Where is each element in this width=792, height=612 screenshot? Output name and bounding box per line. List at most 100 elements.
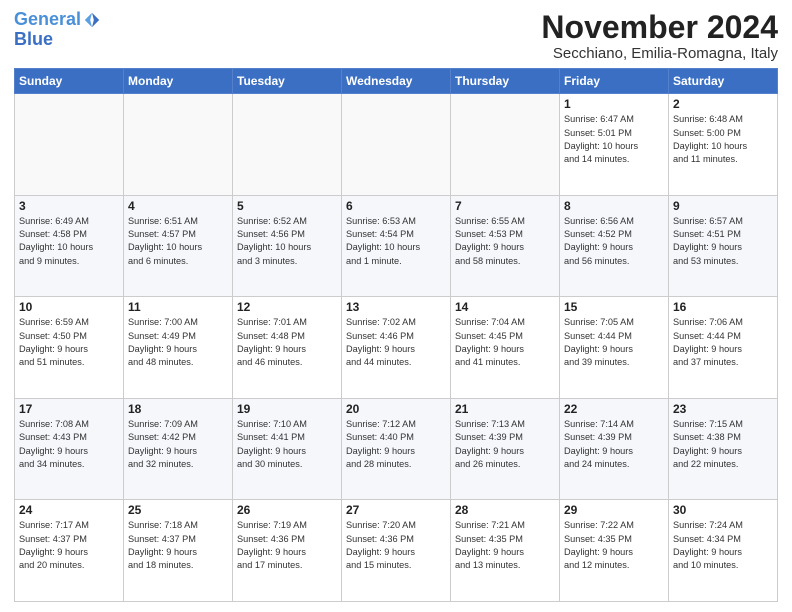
day-number: 30 [673, 503, 773, 517]
weekday-header: Saturday [669, 69, 778, 94]
calendar-cell: 4 Sunrise: 6:51 AM Sunset: 4:57 PM Daylig… [124, 195, 233, 297]
day-number: 19 [237, 402, 337, 416]
day-number: 23 [673, 402, 773, 416]
calendar-week-row: 17 Sunrise: 7:08 AM Sunset: 4:43 PM Dayli… [15, 398, 778, 500]
day-info: Sunrise: 6:47 AM Sunset: 5:01 PM Dayligh… [564, 113, 664, 166]
day-number: 25 [128, 503, 228, 517]
calendar-cell: 1 Sunrise: 6:47 AM Sunset: 5:01 PM Daylig… [560, 94, 669, 196]
day-number: 27 [346, 503, 446, 517]
day-info: Sunrise: 6:52 AM Sunset: 4:56 PM Dayligh… [237, 215, 337, 268]
logo-text-blue: Blue [14, 30, 101, 50]
day-number: 2 [673, 97, 773, 111]
weekday-header: Sunday [15, 69, 124, 94]
calendar-cell: 8 Sunrise: 6:56 AM Sunset: 4:52 PM Daylig… [560, 195, 669, 297]
weekday-header: Friday [560, 69, 669, 94]
day-info: Sunrise: 7:02 AM Sunset: 4:46 PM Dayligh… [346, 316, 446, 369]
weekday-header: Thursday [451, 69, 560, 94]
calendar-cell: 16 Sunrise: 7:06 AM Sunset: 4:44 PM Dayli… [669, 297, 778, 399]
calendar-header-row: SundayMondayTuesdayWednesdayThursdayFrid… [15, 69, 778, 94]
day-number: 26 [237, 503, 337, 517]
day-number: 12 [237, 300, 337, 314]
calendar-cell: 3 Sunrise: 6:49 AM Sunset: 4:58 PM Daylig… [15, 195, 124, 297]
day-number: 20 [346, 402, 446, 416]
calendar-cell: 25 Sunrise: 7:18 AM Sunset: 4:37 PM Dayli… [124, 500, 233, 602]
calendar-cell: 7 Sunrise: 6:55 AM Sunset: 4:53 PM Daylig… [451, 195, 560, 297]
day-info: Sunrise: 7:18 AM Sunset: 4:37 PM Dayligh… [128, 519, 228, 572]
calendar-week-row: 10Sunrise: 6:59 AM Sunset: 4:50 PM Dayli… [15, 297, 778, 399]
day-number: 9 [673, 199, 773, 213]
day-number: 4 [128, 199, 228, 213]
calendar-cell: 14Sunrise: 7:04 AM Sunset: 4:45 PM Dayli… [451, 297, 560, 399]
day-number: 6 [346, 199, 446, 213]
day-info: Sunrise: 7:14 AM Sunset: 4:39 PM Dayligh… [564, 418, 664, 471]
weekday-header: Tuesday [233, 69, 342, 94]
day-info: Sunrise: 7:00 AM Sunset: 4:49 PM Dayligh… [128, 316, 228, 369]
weekday-header: Monday [124, 69, 233, 94]
day-number: 16 [673, 300, 773, 314]
day-number: 28 [455, 503, 555, 517]
weekday-header: Wednesday [342, 69, 451, 94]
day-info: Sunrise: 6:51 AM Sunset: 4:57 PM Dayligh… [128, 215, 228, 268]
calendar-cell: 6 Sunrise: 6:53 AM Sunset: 4:54 PM Daylig… [342, 195, 451, 297]
day-info: Sunrise: 7:15 AM Sunset: 4:38 PM Dayligh… [673, 418, 773, 471]
day-info: Sunrise: 7:21 AM Sunset: 4:35 PM Dayligh… [455, 519, 555, 572]
calendar-week-row: 24 Sunrise: 7:17 AM Sunset: 4:37 PM Dayli… [15, 500, 778, 602]
calendar-cell: 27 Sunrise: 7:20 AM Sunset: 4:36 PM Dayli… [342, 500, 451, 602]
calendar-cell: 17 Sunrise: 7:08 AM Sunset: 4:43 PM Dayli… [15, 398, 124, 500]
day-number: 21 [455, 402, 555, 416]
day-number: 18 [128, 402, 228, 416]
day-number: 8 [564, 199, 664, 213]
day-number: 1 [564, 97, 664, 111]
calendar-cell: 19 Sunrise: 7:10 AM Sunset: 4:41 PM Dayli… [233, 398, 342, 500]
day-info: Sunrise: 7:08 AM Sunset: 4:43 PM Dayligh… [19, 418, 119, 471]
day-number: 7 [455, 199, 555, 213]
calendar-week-row: 1 Sunrise: 6:47 AM Sunset: 5:01 PM Daylig… [15, 94, 778, 196]
calendar-cell: 26Sunrise: 7:19 AM Sunset: 4:36 PM Dayli… [233, 500, 342, 602]
calendar-cell: 29 Sunrise: 7:22 AM Sunset: 4:35 PM Dayli… [560, 500, 669, 602]
header: General Blue November 2024 Secchiano, Em… [14, 10, 778, 62]
day-info: Sunrise: 6:48 AM Sunset: 5:00 PM Dayligh… [673, 113, 773, 166]
calendar-cell: 21 Sunrise: 7:13 AM Sunset: 4:39 PM Dayli… [451, 398, 560, 500]
day-info: Sunrise: 7:20 AM Sunset: 4:36 PM Dayligh… [346, 519, 446, 572]
day-info: Sunrise: 7:12 AM Sunset: 4:40 PM Dayligh… [346, 418, 446, 471]
month-year-title: November 2024 [541, 10, 778, 45]
calendar-cell [15, 94, 124, 196]
day-number: 11 [128, 300, 228, 314]
calendar-cell: 15Sunrise: 7:05 AM Sunset: 4:44 PM Dayli… [560, 297, 669, 399]
day-info: Sunrise: 6:49 AM Sunset: 4:58 PM Dayligh… [19, 215, 119, 268]
day-number: 24 [19, 503, 119, 517]
calendar-cell: 13 Sunrise: 7:02 AM Sunset: 4:46 PM Dayli… [342, 297, 451, 399]
day-info: Sunrise: 7:17 AM Sunset: 4:37 PM Dayligh… [19, 519, 119, 572]
day-number: 14 [455, 300, 555, 314]
calendar-cell: 30Sunrise: 7:24 AM Sunset: 4:34 PM Dayli… [669, 500, 778, 602]
logo-text: General [14, 10, 81, 30]
day-number: 13 [346, 300, 446, 314]
day-info: Sunrise: 6:59 AM Sunset: 4:50 PM Dayligh… [19, 316, 119, 369]
day-info: Sunrise: 6:55 AM Sunset: 4:53 PM Dayligh… [455, 215, 555, 268]
calendar-cell [124, 94, 233, 196]
day-number: 29 [564, 503, 664, 517]
day-info: Sunrise: 6:56 AM Sunset: 4:52 PM Dayligh… [564, 215, 664, 268]
calendar-cell: 23 Sunrise: 7:15 AM Sunset: 4:38 PM Dayli… [669, 398, 778, 500]
day-info: Sunrise: 7:13 AM Sunset: 4:39 PM Dayligh… [455, 418, 555, 471]
day-info: Sunrise: 7:01 AM Sunset: 4:48 PM Dayligh… [237, 316, 337, 369]
calendar-cell: 20 Sunrise: 7:12 AM Sunset: 4:40 PM Dayli… [342, 398, 451, 500]
calendar-cell [233, 94, 342, 196]
day-info: Sunrise: 7:06 AM Sunset: 4:44 PM Dayligh… [673, 316, 773, 369]
day-info: Sunrise: 7:10 AM Sunset: 4:41 PM Dayligh… [237, 418, 337, 471]
location-title: Secchiano, Emilia-Romagna, Italy [541, 45, 778, 62]
calendar-cell: 2 Sunrise: 6:48 AM Sunset: 5:00 PM Daylig… [669, 94, 778, 196]
day-number: 17 [19, 402, 119, 416]
day-number: 3 [19, 199, 119, 213]
calendar-cell: 18 Sunrise: 7:09 AM Sunset: 4:42 PM Dayli… [124, 398, 233, 500]
day-info: Sunrise: 6:53 AM Sunset: 4:54 PM Dayligh… [346, 215, 446, 268]
calendar-cell: 9 Sunrise: 6:57 AM Sunset: 4:51 PM Daylig… [669, 195, 778, 297]
day-number: 5 [237, 199, 337, 213]
calendar-cell: 24 Sunrise: 7:17 AM Sunset: 4:37 PM Dayli… [15, 500, 124, 602]
day-info: Sunrise: 7:09 AM Sunset: 4:42 PM Dayligh… [128, 418, 228, 471]
calendar-cell: 28 Sunrise: 7:21 AM Sunset: 4:35 PM Dayli… [451, 500, 560, 602]
calendar-cell: 12 Sunrise: 7:01 AM Sunset: 4:48 PM Dayli… [233, 297, 342, 399]
day-info: Sunrise: 7:22 AM Sunset: 4:35 PM Dayligh… [564, 519, 664, 572]
calendar-week-row: 3 Sunrise: 6:49 AM Sunset: 4:58 PM Daylig… [15, 195, 778, 297]
day-info: Sunrise: 6:57 AM Sunset: 4:51 PM Dayligh… [673, 215, 773, 268]
